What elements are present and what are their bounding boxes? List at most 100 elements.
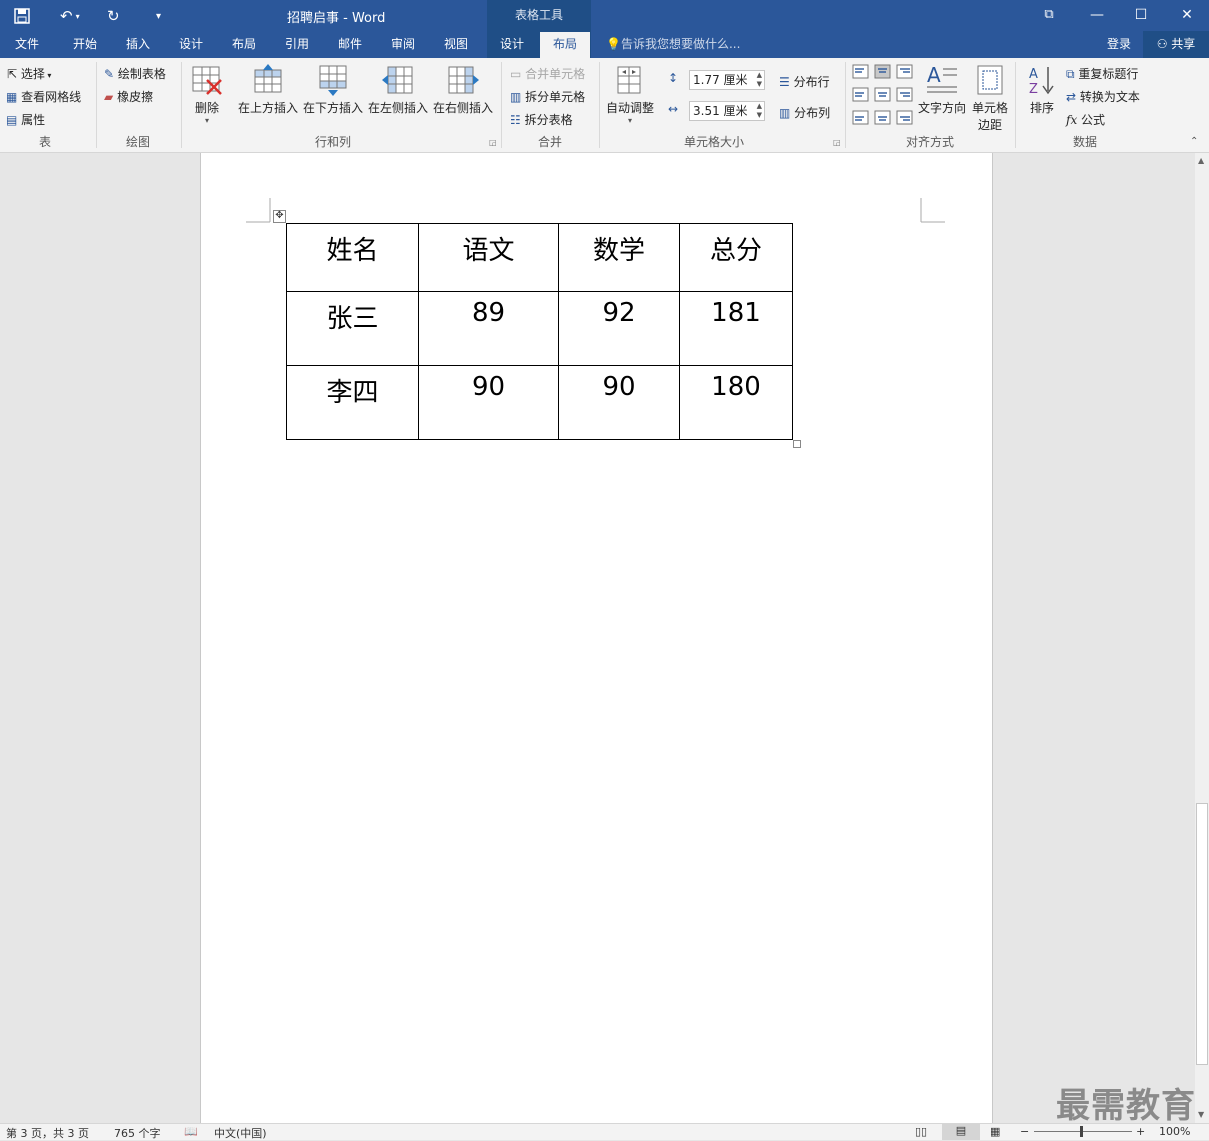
tab-file[interactable]: 文件	[4, 32, 50, 58]
tab-design[interactable]: 设计	[168, 32, 214, 58]
convert-text-icon: ⇄	[1066, 90, 1077, 104]
spin-arrows-icon[interactable]: ▲ ▼	[757, 71, 762, 89]
group-label-alignment: 对齐方式	[905, 135, 954, 149]
status-bar: 第 3 页，共 3 页 765 个字 📖 中文(中国) ▯▯ ▤ ▦ − + 1…	[0, 1123, 1209, 1140]
table-cell[interactable]: 张三	[286, 291, 419, 366]
customize-qat-icon[interactable]: ▾	[156, 0, 161, 32]
table-tools-header: 表格工具	[487, 0, 591, 32]
ribbon-separator	[181, 62, 182, 148]
ribbon-separator	[599, 62, 600, 148]
table-header-cell[interactable]: 总分	[679, 223, 793, 292]
table-row: 李四 90 90 180	[286, 365, 793, 440]
insert-left-button[interactable]: 在左侧插入	[368, 64, 428, 116]
tab-review[interactable]: 审阅	[380, 32, 426, 58]
redo-icon[interactable]: ↻	[107, 0, 120, 32]
autofit-button[interactable]: 自动调整 ▾	[604, 64, 656, 125]
ribbon-separator	[1015, 62, 1016, 148]
scrollbar-thumb[interactable]	[1196, 803, 1208, 1065]
convert-to-text-button[interactable]: ⇄ 转换为文本	[1066, 88, 1140, 105]
login-link[interactable]: 登录	[1107, 32, 1131, 58]
fx-icon: fx	[1066, 113, 1078, 127]
zoom-slider-thumb[interactable]	[1080, 1126, 1083, 1137]
table-cell[interactable]: 181	[679, 291, 793, 366]
formula-button[interactable]: fx 公式	[1066, 111, 1105, 128]
merge-cells-button[interactable]: ▭ 合并单元格	[510, 65, 585, 82]
split-table-icon: ☷	[510, 113, 521, 127]
eraser-button[interactable]: ▰ 橡皮擦	[104, 88, 153, 105]
ribbon-display-options-icon[interactable]: ⧉	[1026, 0, 1072, 32]
spin-arrows-icon[interactable]: ▲ ▼	[757, 102, 762, 120]
table-header-cell[interactable]: 数学	[558, 223, 680, 292]
minimize-button[interactable]: —	[1074, 0, 1120, 32]
cell-margins-icon	[977, 65, 1003, 95]
zoom-slider[interactable]	[1034, 1131, 1132, 1132]
pencil-table-icon: ✎	[104, 67, 115, 81]
grid-icon: ▦	[6, 90, 18, 104]
draw-table-button[interactable]: ✎ 绘制表格	[104, 65, 166, 82]
table-header-cell[interactable]: 姓名	[286, 223, 419, 292]
read-mode-icon[interactable]: ▯▯	[915, 1125, 927, 1138]
web-layout-icon[interactable]: ▦	[990, 1125, 1000, 1138]
print-layout-icon[interactable]: ▤	[942, 1124, 980, 1140]
svg-text:A: A	[1029, 67, 1038, 82]
tab-view[interactable]: 视图	[433, 32, 479, 58]
row-height-input[interactable]: 1.77 厘米 ▲ ▼	[689, 70, 765, 90]
cell-size-launcher-icon[interactable]: ◲	[833, 138, 841, 147]
select-button[interactable]: ⇱ 选择 ▾	[7, 65, 51, 82]
split-cells-button[interactable]: ▥ 拆分单元格	[510, 88, 585, 105]
person-icon: ⚇	[1156, 37, 1172, 51]
proofing-icon[interactable]: 📖	[184, 1125, 198, 1138]
scroll-up-icon[interactable]: ▲	[1198, 156, 1204, 165]
scroll-down-icon[interactable]: ▼	[1198, 1110, 1204, 1119]
tab-insert[interactable]: 插入	[115, 32, 161, 58]
ribbon-separator	[501, 62, 502, 148]
share-button[interactable]: ⚇ 共享	[1143, 31, 1209, 58]
repeat-header-rows-button[interactable]: ⧉ 重复标题行	[1066, 65, 1138, 82]
distribute-columns-button[interactable]: ▥ 分布列	[779, 104, 830, 121]
view-gridlines-button[interactable]: ▦ 查看网格线	[6, 88, 81, 105]
repeat-header-icon: ⧉	[1066, 67, 1075, 81]
table-cell[interactable]: 92	[558, 291, 680, 366]
sort-button[interactable]: AZ 排序	[1024, 64, 1060, 116]
delete-button[interactable]: 删除 ▾	[190, 64, 224, 125]
save-icon[interactable]	[14, 0, 30, 32]
table-cell[interactable]: 89	[418, 291, 559, 366]
properties-button[interactable]: ▤ 属性	[6, 111, 45, 128]
insert-right-button[interactable]: 在右侧插入	[433, 64, 493, 116]
table-move-handle-icon[interactable]: ✥	[273, 210, 286, 223]
tell-me-box[interactable]: 💡告诉我您想要做什么...	[606, 32, 740, 58]
insert-below-button[interactable]: 在下方插入	[303, 64, 363, 116]
autofit-icon	[617, 66, 641, 94]
table-resize-handle-icon[interactable]	[793, 440, 801, 448]
tab-table-layout[interactable]: 布局	[540, 32, 590, 58]
group-label-cell-size: 单元格大小	[683, 135, 744, 149]
undo-icon[interactable]: ↶ ▾	[60, 0, 80, 32]
distribute-columns-icon: ▥	[779, 106, 791, 120]
table-header-cell[interactable]: 语文	[418, 223, 559, 292]
merge-cells-icon: ▭	[510, 67, 522, 81]
score-table[interactable]: 姓名 语文 数学 总分 张三 89 92 181 李四 90 90 180	[286, 223, 793, 440]
table-cell[interactable]: 90	[558, 365, 680, 440]
group-label-data: 数据	[1072, 135, 1097, 149]
table-cell[interactable]: 90	[418, 365, 559, 440]
tab-references[interactable]: 引用	[274, 32, 320, 58]
collapse-ribbon-icon[interactable]: ⌃	[1190, 136, 1198, 147]
table-cell[interactable]: 180	[679, 365, 793, 440]
text-direction-icon: A	[927, 63, 957, 93]
tab-layout[interactable]: 布局	[221, 32, 267, 58]
insert-above-button[interactable]: 在上方插入	[238, 64, 298, 116]
split-table-button[interactable]: ☷ 拆分表格	[510, 111, 573, 128]
maximize-button[interactable]: ☐	[1118, 0, 1164, 32]
text-direction-button[interactable]: A 文字方向	[916, 63, 968, 116]
close-button[interactable]: ✕	[1164, 0, 1209, 32]
tab-home[interactable]: 开始	[62, 32, 108, 58]
row-height-icon: ↕	[668, 71, 679, 85]
tab-table-design[interactable]: 设计	[489, 32, 535, 58]
column-width-input[interactable]: 3.51 厘米 ▲ ▼	[689, 101, 765, 121]
table-cell[interactable]: 李四	[286, 365, 419, 440]
tab-mailings[interactable]: 邮件	[327, 32, 373, 58]
cell-margins-button[interactable]: 单元格 边距	[970, 64, 1010, 133]
rows-cols-launcher-icon[interactable]: ◲	[489, 138, 497, 147]
zoom-out-icon[interactable]: −	[1020, 1125, 1029, 1138]
distribute-rows-button[interactable]: ☰ 分布行	[779, 73, 830, 90]
